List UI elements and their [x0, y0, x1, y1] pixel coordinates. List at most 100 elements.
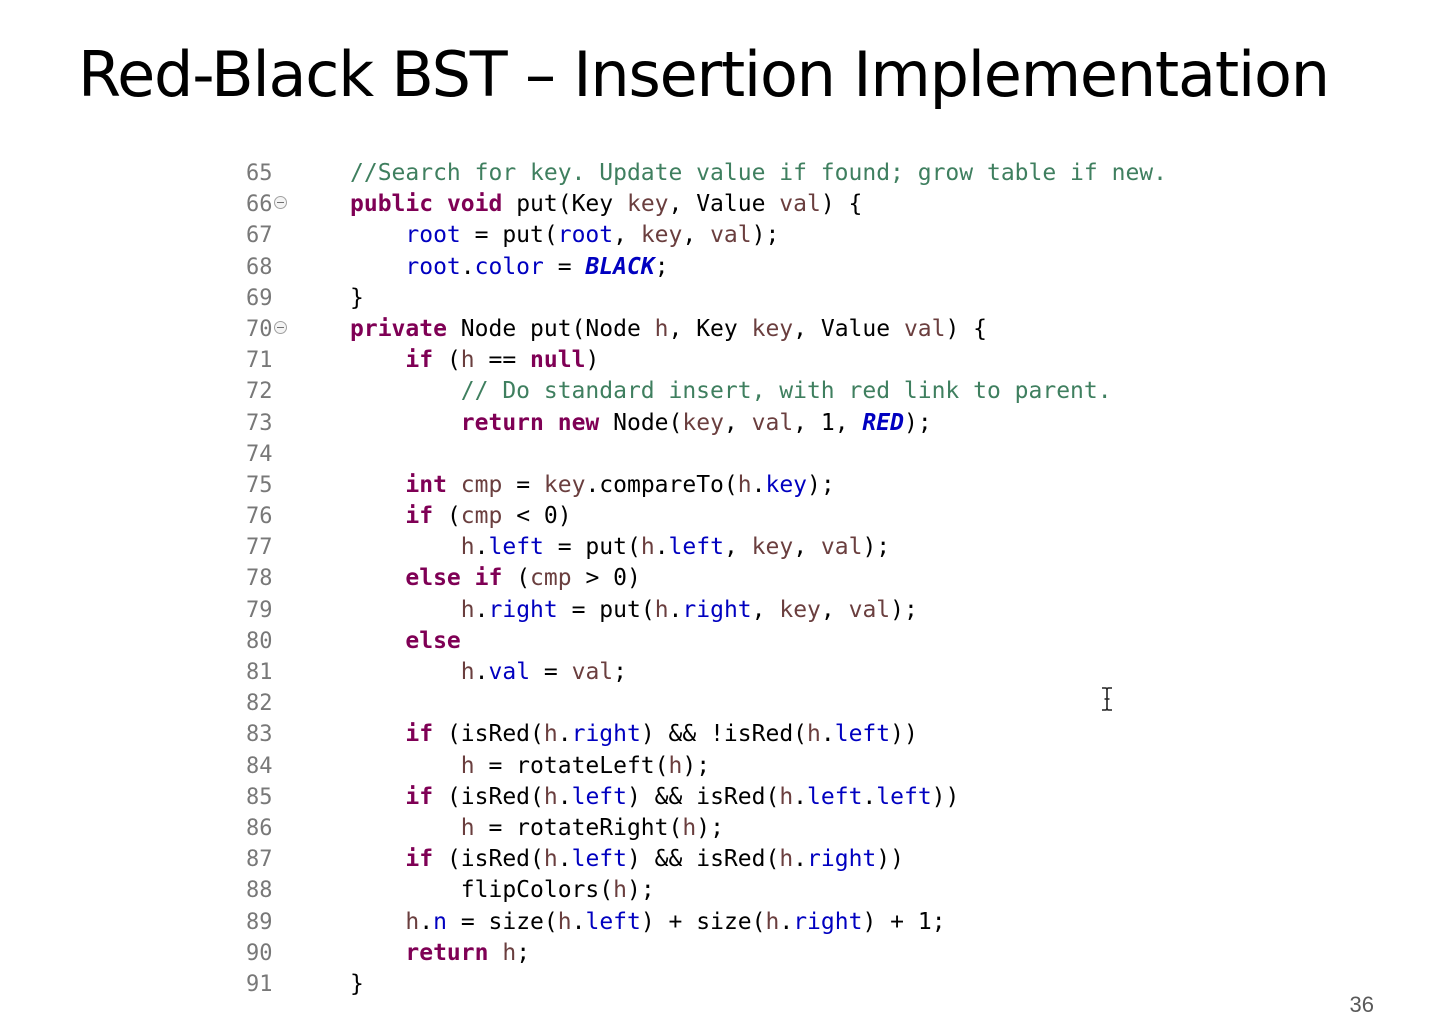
code-line[interactable]: 66 public void put(Key key, Value val) {: [230, 189, 1230, 220]
text-cursor-icon: [1102, 687, 1112, 711]
code-token: h: [640, 534, 655, 561]
code-line[interactable]: 85 if (isRed(h.left) && isRed(h.left.lef…: [230, 782, 1230, 813]
code-line[interactable]: 81 h.val = val;: [230, 657, 1230, 688]
code-line[interactable]: 67 root = put(root, key, val);: [230, 220, 1230, 251]
code-token: // Do standard insert, with red link to …: [460, 378, 1112, 405]
code-text: }: [350, 969, 364, 1000]
code-line[interactable]: 82: [230, 688, 1230, 719]
code-token: .: [571, 908, 586, 935]
code-line[interactable]: 77 h.left = put(h.left, key, val);: [230, 532, 1230, 563]
fold-collapse-icon[interactable]: [273, 320, 287, 334]
code-token: .: [460, 253, 475, 280]
code-line[interactable]: 91}: [230, 969, 1230, 1000]
code-token: right: [488, 596, 558, 623]
code-token: key: [751, 534, 794, 561]
code-token: = put(: [543, 534, 641, 561]
code-token: ,: [793, 534, 821, 561]
code-line[interactable]: 88 flipColors(h);: [230, 875, 1230, 906]
code-token: cmp: [460, 471, 503, 498]
fold-collapse-icon[interactable]: [273, 196, 287, 210]
code-token: .: [654, 534, 669, 561]
code-line[interactable]: 90 return h;: [230, 938, 1230, 969]
code-token: key: [779, 596, 821, 623]
line-number-text: 85: [246, 784, 273, 810]
code-line[interactable]: 83 if (isRed(h.right) && !isRed(h.left)): [230, 719, 1230, 750]
code-line[interactable]: 76 if (cmp < 0): [230, 501, 1230, 532]
code-token: return: [405, 939, 489, 966]
code-line[interactable]: 78 else if (cmp > 0): [230, 563, 1230, 594]
line-number-text: 83: [246, 722, 273, 748]
code-token: }: [350, 284, 364, 311]
code-token: (: [433, 503, 461, 530]
code-line[interactable]: 89 h.n = size(h.left) + size(h.right) + …: [230, 907, 1230, 938]
code-token: val: [571, 659, 614, 685]
code-token: ) && isRed(: [626, 783, 780, 810]
code-token: right: [793, 908, 863, 935]
code-token: val: [488, 659, 531, 685]
line-number: 72: [246, 376, 306, 407]
code-token: ,: [613, 222, 641, 249]
code-token: (: [433, 347, 461, 374]
code-token: val: [848, 596, 891, 623]
code-token: ,: [723, 409, 752, 436]
line-number: 70: [246, 314, 306, 345]
slide-title: Red-Black BST – Insertion Implementation: [78, 38, 1330, 111]
code-text: //Search for key. Update value if found;…: [350, 158, 1167, 189]
code-token: , Value: [793, 315, 904, 342]
code-token: //Search for key. Update value if found;…: [350, 160, 1167, 186]
line-number-text: 72: [246, 379, 273, 405]
code-token: cmp: [530, 565, 572, 592]
code-line[interactable]: 68 root.color = BLACK;: [230, 252, 1230, 283]
line-number-text: 69: [246, 285, 273, 311]
line-number: 69: [246, 283, 306, 314]
code-line[interactable]: 80 else: [230, 626, 1230, 657]
code-text: h = rotateLeft(h);: [350, 751, 710, 782]
code-token: right: [571, 721, 641, 748]
code-token: h: [779, 783, 794, 810]
code-token: h: [654, 596, 669, 623]
code-token: h: [460, 347, 475, 374]
code-token: , Key: [668, 315, 752, 342]
line-number-text: 90: [246, 940, 273, 966]
code-editor[interactable]: 65 //Search for key. Update value if foun…: [230, 158, 1230, 1000]
code-token: );: [862, 534, 891, 561]
code-token: h: [668, 752, 683, 779]
code-token: h: [543, 783, 558, 810]
line-number-text: 84: [246, 753, 273, 779]
code-line[interactable]: 73 return new Node(key, val, 1, RED);: [230, 408, 1230, 439]
code-token: ,: [723, 534, 752, 561]
line-number-text: 74: [246, 441, 273, 467]
code-token: if: [405, 347, 434, 374]
code-line[interactable]: 72 // Do standard insert, with red link …: [230, 376, 1230, 407]
line-number: 91: [246, 969, 306, 1000]
code-line[interactable]: 70 private Node put(Node h, Key key, Valu…: [230, 314, 1230, 345]
code-line[interactable]: 65 //Search for key. Update value if foun…: [230, 158, 1230, 189]
line-number: 84: [246, 751, 306, 782]
code-token: ;: [654, 253, 669, 280]
code-text: h.right = put(h.right, key, val);: [350, 595, 918, 626]
code-token: );: [696, 814, 724, 841]
code-token: if: [405, 846, 434, 873]
code-line[interactable]: 69}: [230, 283, 1230, 314]
code-token: key: [543, 471, 586, 498]
code-line[interactable]: 75 int cmp = key.compareTo(h.key);: [230, 470, 1230, 501]
code-token: RED: [862, 409, 904, 436]
code-line[interactable]: 87 if (isRed(h.left) && isRed(h.right)): [230, 844, 1230, 875]
code-line[interactable]: 86 h = rotateRight(h);: [230, 813, 1230, 844]
code-line[interactable]: 74: [230, 439, 1230, 470]
code-line[interactable]: 71 if (h == null): [230, 345, 1230, 376]
code-token: ) + 1;: [862, 908, 946, 935]
code-line[interactable]: 79 h.right = put(h.right, key, val);: [230, 595, 1230, 626]
code-text: else if (cmp > 0): [350, 563, 640, 594]
code-token: left: [807, 783, 863, 810]
code-token: = rotateLeft(: [474, 752, 669, 779]
code-token: .compareTo(: [585, 471, 738, 498]
code-line[interactable]: 84 h = rotateLeft(h);: [230, 751, 1230, 782]
code-text: }: [350, 283, 364, 314]
